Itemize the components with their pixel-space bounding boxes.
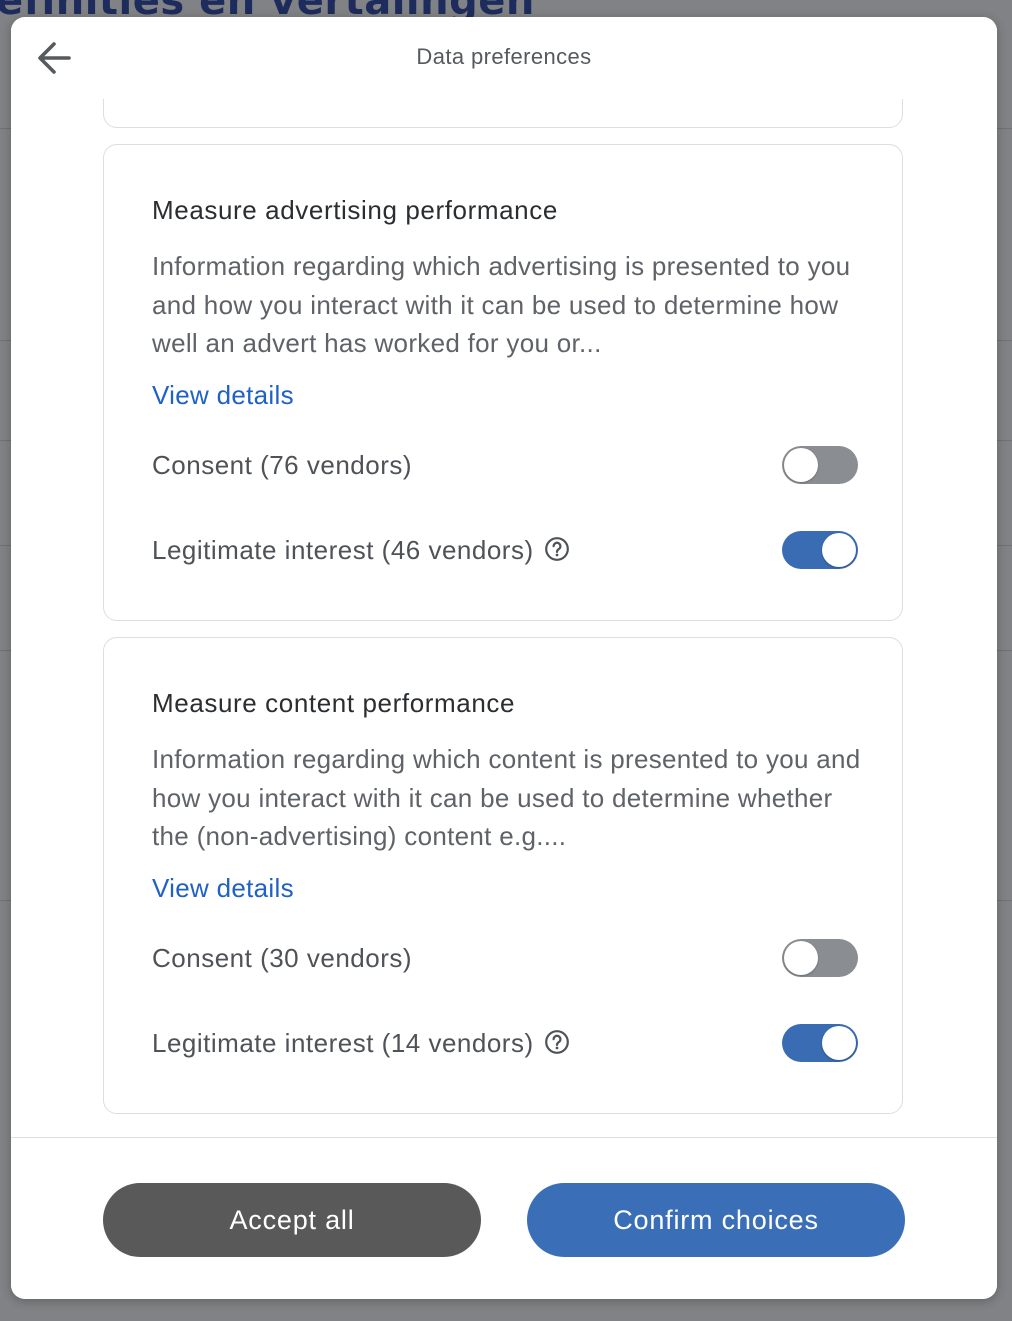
purpose-card-content-performance: Measure content performance Information …	[103, 637, 903, 1114]
legitimate-interest-label: Legitimate interest (14 vendors)	[152, 1028, 534, 1058]
purpose-card-advertising-performance: Measure advertising performance Informat…	[103, 144, 903, 621]
purpose-description: Information regarding which advertising …	[152, 251, 851, 358]
purpose-title: Measure advertising performance	[152, 195, 558, 225]
question-circle-icon[interactable]	[544, 536, 570, 562]
purpose-card-previous	[103, 99, 903, 128]
dialog-title: Data preferences	[416, 44, 592, 69]
legitimate-interest-label: Legitimate interest (46 vendors)	[152, 535, 534, 565]
view-details-link[interactable]: View details	[152, 380, 294, 411]
purpose-title: Measure content performance	[152, 688, 516, 718]
consent-label: Consent (76 vendors)	[152, 450, 413, 480]
toggle-knob	[822, 533, 856, 567]
consent-label: Consent (30 vendors)	[152, 943, 413, 973]
toggle-knob	[784, 941, 818, 975]
legitimate-interest-toggle[interactable]	[782, 1024, 858, 1062]
legitimate-interest-row: Legitimate interest (14 vendors)	[152, 1028, 570, 1059]
toggle-knob	[822, 1026, 856, 1060]
consent-row: Consent (76 vendors)	[152, 450, 412, 481]
dialog-header: Data preferences	[11, 17, 997, 99]
consent-toggle[interactable]	[782, 939, 858, 977]
toggle-knob	[784, 448, 818, 482]
accept-all-button[interactable]: Accept all	[103, 1183, 481, 1257]
dialog-footer: Accept all Confirm choices	[11, 1137, 997, 1299]
view-details-link[interactable]: View details	[152, 873, 294, 904]
legitimate-interest-row: Legitimate interest (46 vendors)	[152, 535, 570, 566]
purpose-description: Information regarding which content is p…	[152, 744, 861, 851]
confirm-choices-button[interactable]: Confirm choices	[527, 1183, 905, 1257]
consent-toggle[interactable]	[782, 446, 858, 484]
consent-row: Consent (30 vendors)	[152, 943, 412, 974]
data-preferences-dialog: Data preferences Measure advertising per…	[11, 17, 997, 1299]
purposes-scroll-area[interactable]: Measure advertising performance Informat…	[11, 99, 997, 1137]
question-circle-icon[interactable]	[544, 1029, 570, 1055]
legitimate-interest-toggle[interactable]	[782, 531, 858, 569]
